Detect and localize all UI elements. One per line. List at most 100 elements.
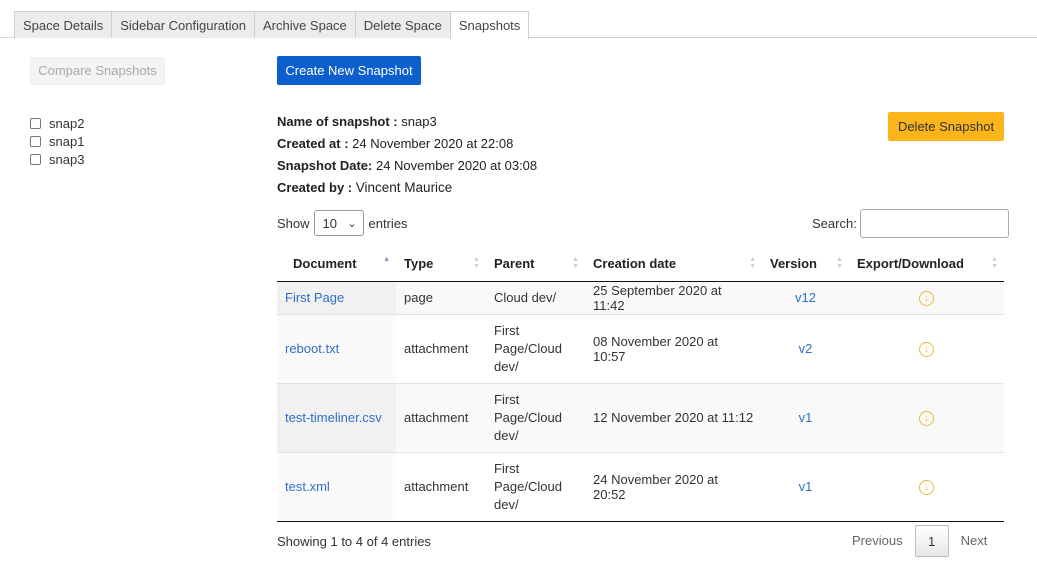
sort-icon: ▲ ▼ xyxy=(836,256,843,270)
search-input[interactable] xyxy=(859,209,1009,238)
previous-button[interactable]: Previous xyxy=(840,525,915,557)
snapshot-checkbox[interactable] xyxy=(30,153,41,165)
creation-date-cell: 08 November 2020 at 10:57 xyxy=(585,314,762,384)
search-label: Search: xyxy=(812,216,857,231)
pagination: Previous 1 Next xyxy=(840,525,999,557)
parent-cell: Cloud dev/ xyxy=(486,281,585,315)
created-by-value: Vincent Maurice xyxy=(355,180,453,195)
entries-select[interactable]: 10 ⌄ xyxy=(313,210,364,236)
snapshot-label[interactable]: snap2 xyxy=(49,116,84,131)
snapshot-item: snap1 xyxy=(28,132,84,150)
version-cell: v1 xyxy=(762,383,849,453)
show-label: Show xyxy=(277,215,310,231)
table-header-row: Document ▲ ▼ Type ▲ ▼ Parent ▲ ▼ Creation d… xyxy=(277,246,1004,282)
entries-select-value: 10 xyxy=(322,215,337,231)
type-cell: attachment xyxy=(396,383,486,453)
delete-snapshot-button[interactable]: Delete Snapshot xyxy=(888,112,1004,141)
type-cell: page xyxy=(396,281,486,315)
search-control: Search: xyxy=(812,209,1009,238)
document-link[interactable]: test-timeliner.csv xyxy=(285,410,382,425)
created-at-label: Created at : xyxy=(277,136,349,151)
sort-icon: ▲ ▼ xyxy=(991,256,998,270)
tab-sidebar-configuration[interactable]: Sidebar Configuration xyxy=(111,11,255,38)
snapshot-checkbox[interactable] xyxy=(30,117,41,129)
tab-delete-space[interactable]: Delete Space xyxy=(354,11,451,38)
version-cell: v1 xyxy=(762,452,849,522)
version-link[interactable]: v12 xyxy=(795,290,816,305)
table-row: test-timeliner.csv attachment First Page… xyxy=(277,383,1004,453)
documents-table: Document ▲ ▼ Type ▲ ▼ Parent ▲ ▼ Creation d… xyxy=(277,246,1004,522)
table-info: Showing 1 to 4 of 4 entries xyxy=(277,534,431,549)
creation-date-cell: 24 November 2020 at 20:52 xyxy=(585,452,762,522)
sort-icon: ▲ ▼ xyxy=(572,256,579,270)
version-cell: v2 xyxy=(762,314,849,384)
document-link[interactable]: First Page xyxy=(285,290,344,305)
created-at-value: 24 November 2020 at 22:08 xyxy=(352,136,514,151)
download-icon[interactable]: ↓ xyxy=(919,480,934,496)
snapshot-name-value: snap3 xyxy=(401,114,437,129)
column-version[interactable]: Version ▲ ▼ xyxy=(762,246,849,282)
column-parent[interactable]: Parent ▲ ▼ xyxy=(486,246,585,282)
parent-cell: First Page/Cloud dev/ xyxy=(486,452,585,522)
snapshot-date-row: Snapshot Date: 24 November 2020 at 03:08 xyxy=(277,157,537,179)
document-link[interactable]: reboot.txt xyxy=(285,341,339,356)
document-cell: test.xml xyxy=(277,452,396,522)
column-type[interactable]: Type ▲ ▼ xyxy=(396,246,486,282)
snapshot-item: snap2 xyxy=(28,114,84,132)
snapshot-checkbox[interactable] xyxy=(30,135,41,147)
created-by-row: Created by : Vincent Maurice xyxy=(277,179,537,201)
snapshot-label[interactable]: snap3 xyxy=(49,152,84,167)
document-link[interactable]: test.xml xyxy=(285,479,330,494)
download-cell: ↓ xyxy=(849,383,1004,453)
parent-cell: First Page/Cloud dev/ xyxy=(486,383,585,453)
column-creation-date[interactable]: Creation date ▲ ▼ xyxy=(585,246,762,282)
tab-space-details[interactable]: Space Details xyxy=(14,11,113,38)
download-cell: ↓ xyxy=(849,314,1004,384)
version-link[interactable]: v2 xyxy=(799,341,813,356)
type-cell: attachment xyxy=(396,452,486,522)
created-at-row: Created at : 24 November 2020 at 22:08 xyxy=(277,135,537,157)
creation-date-cell: 12 November 2020 at 11:12 xyxy=(585,383,762,453)
table-row: First Page page Cloud dev/ 25 September … xyxy=(277,281,1004,315)
column-document[interactable]: Document ▲ ▼ xyxy=(277,246,396,282)
tab-archive-space[interactable]: Archive Space xyxy=(253,11,356,38)
snapshot-name-label: Name of snapshot : xyxy=(277,114,398,129)
snapshot-details: Name of snapshot : snap3 Created at : 24… xyxy=(277,113,537,201)
created-by-label: Created by : xyxy=(277,180,353,195)
sort-icon: ▲ ▼ xyxy=(749,256,756,270)
document-cell: test-timeliner.csv xyxy=(277,383,396,453)
download-icon[interactable]: ↓ xyxy=(919,342,934,358)
version-link[interactable]: v1 xyxy=(799,410,813,425)
compare-snapshots-button[interactable]: Compare Snapshots xyxy=(30,57,165,85)
version-cell: v12 xyxy=(762,281,849,315)
snapshot-name-row: Name of snapshot : snap3 xyxy=(277,113,537,135)
sort-icon: ▲ ▼ xyxy=(473,256,480,270)
snapshot-list: snap2 snap1 snap3 xyxy=(28,114,84,168)
document-cell: reboot.txt xyxy=(277,314,396,384)
download-cell: ↓ xyxy=(849,452,1004,522)
sort-icon: ▲ ▼ xyxy=(383,256,390,270)
table-row: test.xml attachment First Page/Cloud dev… xyxy=(277,452,1004,522)
tab-bar: Space Details Sidebar Configuration Arch… xyxy=(14,11,1037,39)
download-icon[interactable]: ↓ xyxy=(919,411,934,427)
snapshot-label[interactable]: snap1 xyxy=(49,134,84,149)
download-icon[interactable]: ↓ xyxy=(919,291,934,307)
snapshot-date-label: Snapshot Date: xyxy=(277,158,373,173)
page-1-button[interactable]: 1 xyxy=(914,525,949,557)
next-button[interactable]: Next xyxy=(949,525,1000,557)
chevron-down-icon: ⌄ xyxy=(347,217,357,230)
column-export-download[interactable]: Export/Download ▲ ▼ xyxy=(849,246,1004,282)
creation-date-cell: 25 September 2020 at 11:42 xyxy=(585,281,762,315)
version-link[interactable]: v1 xyxy=(799,479,813,494)
download-cell: ↓ xyxy=(849,281,1004,315)
document-cell: First Page xyxy=(277,281,396,315)
snapshot-date-value: 24 November 2020 at 03:08 xyxy=(375,158,538,173)
show-entries-control: Show 10 ⌄ entries xyxy=(277,210,408,236)
tab-snapshots[interactable]: Snapshots xyxy=(449,11,530,39)
entries-label: entries xyxy=(368,215,408,231)
table-row: reboot.txt attachment First Page/Cloud d… xyxy=(277,314,1004,384)
snapshot-item: snap3 xyxy=(28,150,84,168)
type-cell: attachment xyxy=(396,314,486,384)
create-snapshot-button[interactable]: Create New Snapshot xyxy=(277,56,421,85)
parent-cell: First Page/Cloud dev/ xyxy=(486,314,585,384)
